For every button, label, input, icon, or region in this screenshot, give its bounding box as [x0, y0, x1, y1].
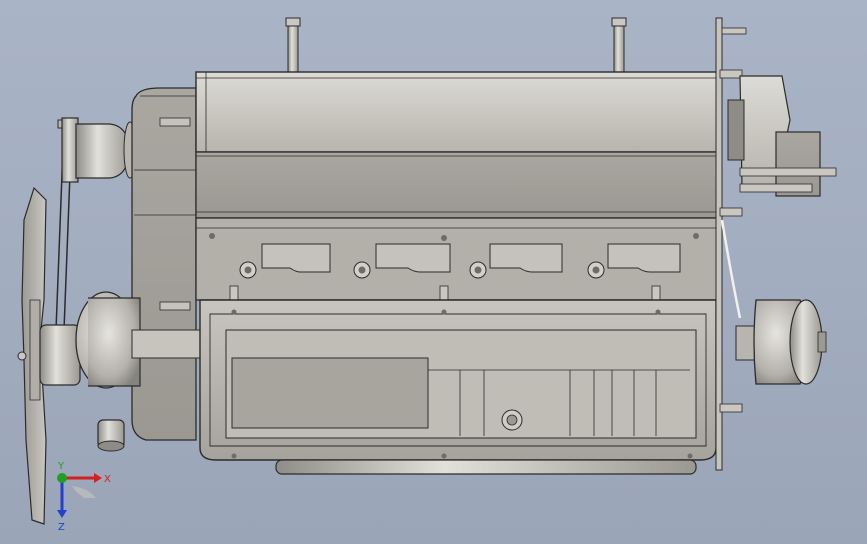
x-axis-arrowhead — [94, 473, 102, 483]
y-axis-point — [57, 473, 67, 483]
cad-viewport[interactable]: X Y Z — [0, 0, 867, 544]
distributor[interactable] — [727, 75, 837, 197]
bottom-rail — [275, 459, 697, 475]
triad-shadow — [72, 486, 96, 498]
z-axis-arrowhead — [57, 510, 67, 518]
head-studs — [285, 17, 627, 73]
x-axis-label: X — [104, 474, 111, 485]
timing-cover — [131, 87, 197, 441]
cylinder-head — [195, 151, 721, 219]
z-axis-label: Z — [58, 522, 65, 533]
axis-triad: X Y Z — [57, 462, 111, 533]
upper-pulley[interactable] — [61, 117, 137, 183]
engine-model[interactable] — [0, 0, 867, 544]
starter-motor[interactable] — [735, 299, 827, 385]
valve-cover[interactable] — [195, 71, 721, 153]
oil-pan[interactable] — [199, 299, 717, 461]
y-axis-label: Y — [57, 462, 65, 472]
engine-block — [195, 217, 719, 301]
